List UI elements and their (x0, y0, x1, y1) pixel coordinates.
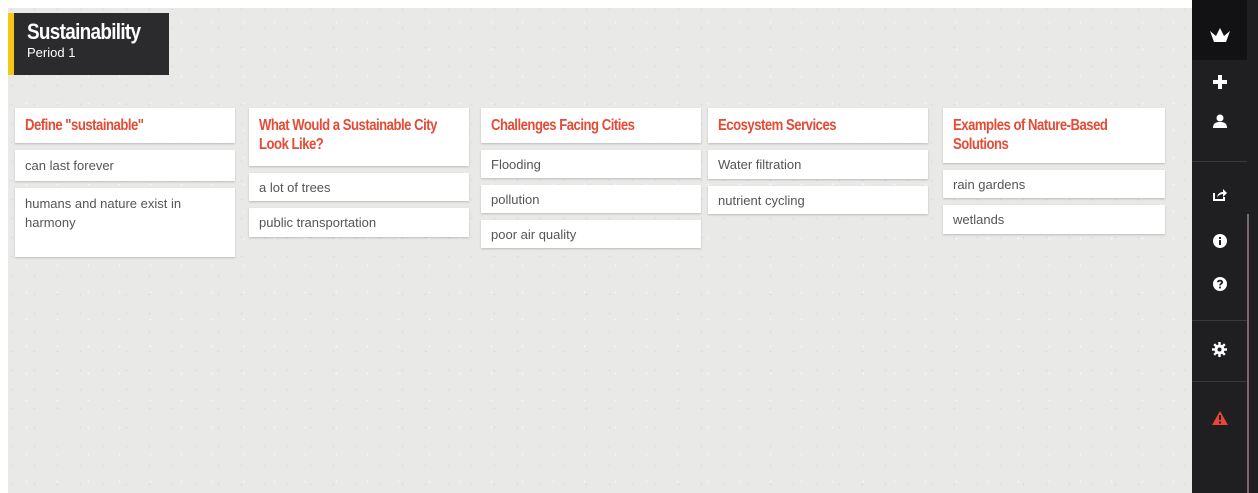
gear-icon[interactable] (1192, 334, 1247, 364)
post-text: Flooding (491, 157, 541, 172)
post-card[interactable]: Flooding (481, 150, 701, 178)
user-icon[interactable] (1192, 106, 1247, 136)
toolbar-divider (1192, 381, 1247, 382)
top-frame (0, 0, 1258, 8)
logo-icon[interactable] (1192, 20, 1247, 50)
post-text: rain gardens (953, 177, 1026, 192)
post-text: pollution (491, 192, 540, 207)
post-text: wetlands (953, 212, 1005, 227)
column-ecosystem-services: Ecosystem Services Water filtration nutr… (708, 108, 928, 221)
post-card[interactable]: public transportation (249, 208, 469, 237)
post-card[interactable]: nutrient cycling (708, 186, 928, 214)
column-title: Challenges Facing Cities (491, 117, 635, 134)
post-text: can last forever (25, 158, 114, 173)
title-accent-bar (8, 13, 14, 75)
post-card[interactable]: pollution (481, 185, 701, 213)
toolbar-divider (1192, 320, 1247, 321)
help-icon[interactable] (1192, 269, 1247, 299)
post-text: nutrient cycling (718, 193, 805, 208)
column-define-sustainable: Define "sustainable" can last forever hu… (15, 108, 235, 264)
post-card[interactable]: rain gardens (943, 170, 1165, 198)
column-header[interactable]: Ecosystem Services (708, 108, 928, 143)
post-text: poor air quality (491, 227, 577, 242)
column-nature-based-solutions: Examples of Nature-Based Solutions rain … (943, 108, 1165, 241)
post-card[interactable]: a lot of trees (249, 173, 469, 201)
right-toolbar (1192, 0, 1247, 493)
post-text: humans and nature exist in harmony (25, 196, 182, 230)
column-title: Define "sustainable" (25, 117, 144, 134)
column-title-line: Look Like? (259, 136, 324, 153)
toolbar-divider (1192, 161, 1247, 162)
board-subtitle: Period 1 (27, 45, 76, 60)
post-card[interactable]: Water filtration (708, 150, 928, 179)
warning-icon[interactable] (1192, 403, 1247, 433)
column-sustainable-city: What Would a Sustainable City Look Like?… (249, 108, 469, 244)
column-title-line: What Would a Sustainable City (259, 117, 437, 134)
board-title: Sustainability (27, 19, 141, 44)
column-challenges: Challenges Facing Cities Flooding pollut… (481, 108, 701, 255)
share-icon[interactable] (1192, 180, 1247, 210)
post-card[interactable]: wetlands (943, 205, 1165, 234)
column-title-line: Examples of Nature-Based (953, 117, 1108, 134)
column-header[interactable]: Challenges Facing Cities (481, 108, 701, 143)
post-card[interactable]: can last forever (15, 150, 235, 181)
column-header[interactable]: Examples of Nature-Based Solutions (943, 108, 1165, 163)
post-card[interactable]: poor air quality (481, 220, 701, 248)
board-title-box[interactable]: Sustainability Period 1 (8, 13, 169, 75)
column-header[interactable]: What Would a Sustainable City Look Like? (249, 108, 469, 166)
column-header[interactable]: Define "sustainable" (15, 108, 235, 143)
column-title-line: Solutions (953, 136, 1009, 153)
post-text: Water filtration (718, 157, 802, 172)
post-card[interactable]: humans and nature exist in harmony (15, 188, 235, 257)
left-frame (0, 0, 8, 493)
column-title: Ecosystem Services (718, 117, 837, 134)
plus-icon[interactable] (1192, 67, 1247, 97)
info-icon[interactable] (1192, 226, 1247, 256)
post-text: a lot of trees (259, 180, 331, 195)
post-text: public transportation (259, 215, 377, 230)
